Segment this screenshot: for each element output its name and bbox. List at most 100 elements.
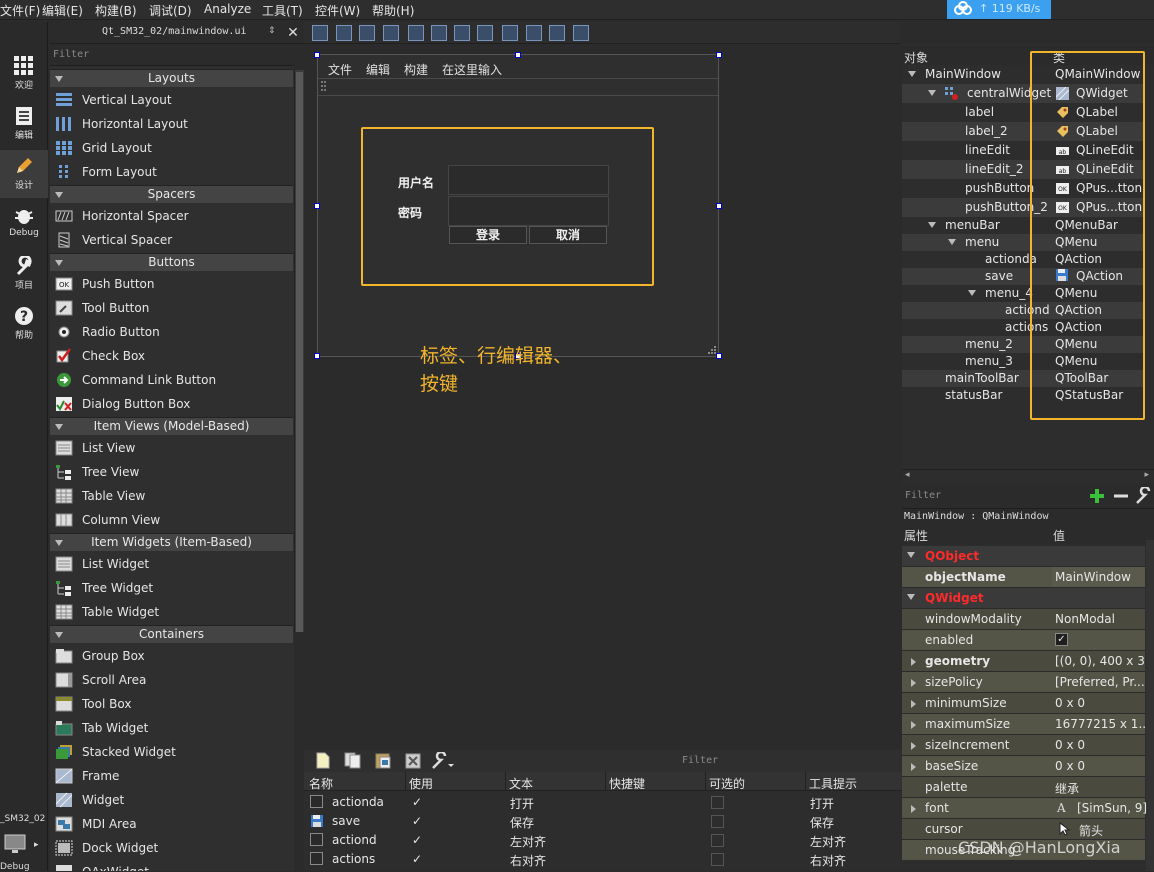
form-menu-build[interactable]: 构建 xyxy=(404,61,428,78)
widget-item[interactable]: Column View xyxy=(50,508,293,532)
menu-analyze[interactable]: Analyze xyxy=(204,2,251,16)
col-header-used[interactable]: 使用 xyxy=(409,775,433,792)
property-value[interactable]: 0 x 0 xyxy=(1055,738,1085,752)
selection-handle[interactable] xyxy=(314,52,320,58)
expand-arrow-icon[interactable] xyxy=(928,222,936,228)
property-value[interactable]: [(0, 0), 400 x 3... xyxy=(1055,654,1154,668)
widget-item[interactable]: Tool Box xyxy=(50,692,293,716)
widget-item[interactable]: Tab Widget xyxy=(50,716,293,740)
scroll-right-icon[interactable]: ▸ xyxy=(1144,470,1149,480)
selection-handle[interactable] xyxy=(314,353,320,359)
property-value[interactable]: 0 x 0 xyxy=(1055,759,1085,773)
enabled-checkbox[interactable]: ✓ xyxy=(1055,633,1068,646)
expand-arrow-icon[interactable] xyxy=(911,721,916,729)
widget-item[interactable]: Stacked Widget xyxy=(50,740,293,764)
col-header-tooltip[interactable]: 工具提示 xyxy=(809,775,857,792)
widget-item[interactable]: MDI Area xyxy=(50,812,293,836)
break-layout-icon[interactable] xyxy=(549,25,565,41)
mode-welcome[interactable]: 欢迎 xyxy=(0,50,48,98)
remove-property-icon[interactable] xyxy=(1113,488,1129,504)
widget-item[interactable]: Table Widget xyxy=(50,600,293,624)
selection-handle[interactable] xyxy=(716,52,722,58)
checkable-checkbox[interactable] xyxy=(711,796,724,809)
layout-vertical-icon[interactable] xyxy=(431,25,447,41)
widget-item[interactable]: OK Push Button xyxy=(50,272,293,296)
close-file-button[interactable]: ✕ xyxy=(284,24,302,42)
open-file-selector[interactable]: Qt_SM32_02/mainwindow.ui ⇕ xyxy=(50,22,304,44)
selection-handle[interactable] xyxy=(716,353,722,359)
widget-item[interactable]: Dialog Button Box xyxy=(50,392,293,416)
mode-edit[interactable]: 编辑 xyxy=(0,100,48,148)
property-row[interactable]: palette 继承 xyxy=(902,777,1145,798)
mode-help[interactable]: ? 帮助 xyxy=(0,300,48,348)
expand-arrow-icon[interactable] xyxy=(968,290,976,296)
adjust-size-icon[interactable] xyxy=(573,25,589,41)
kit-selector[interactable]: _SM32_02 ▸ Debug xyxy=(0,810,48,872)
widget-item[interactable]: Frame xyxy=(50,764,293,788)
add-property-icon[interactable] xyxy=(1089,488,1105,504)
used-check[interactable]: ✓ xyxy=(412,795,422,809)
edit-widgets-icon[interactable] xyxy=(312,25,328,41)
layout-grid-icon[interactable] xyxy=(526,25,542,41)
updown-icon[interactable]: ⇕ xyxy=(268,26,276,36)
configure-wrench-icon[interactable] xyxy=(431,752,455,770)
used-check[interactable]: ✓ xyxy=(412,814,422,828)
split-vertical-icon[interactable] xyxy=(477,25,493,41)
scrollbar-thumb[interactable] xyxy=(296,72,303,632)
widget-item[interactable]: Check Box xyxy=(50,344,293,368)
property-value[interactable]: NonModal xyxy=(1055,612,1115,626)
property-row[interactable]: cursor 箭头 xyxy=(902,819,1145,840)
paste-action-icon[interactable] xyxy=(374,752,392,769)
action-filter-input[interactable]: Filter xyxy=(678,753,902,771)
widget-item[interactable]: Horizontal Layout xyxy=(50,112,293,136)
category-item-views[interactable]: Item Views (Model-Based) xyxy=(50,417,293,435)
expand-arrow-icon[interactable] xyxy=(908,71,916,77)
category-buttons[interactable]: Buttons xyxy=(50,253,293,271)
expand-arrow-icon[interactable] xyxy=(907,594,915,600)
property-class-row[interactable]: QWidget xyxy=(902,588,1145,609)
table-row[interactable]: actions ✓ 右对齐 右对齐 xyxy=(304,850,902,869)
category-item-widgets[interactable]: Item Widgets (Item-Based) xyxy=(50,533,293,551)
expand-arrow-icon[interactable] xyxy=(911,742,916,750)
widget-item[interactable]: Horizontal Spacer xyxy=(50,204,293,228)
property-value[interactable]: [SimSun, 9] xyxy=(1077,801,1147,815)
property-value[interactable]: [Preferred, Pr... xyxy=(1055,675,1145,689)
table-row[interactable]: actiond ✓ 左对齐 左对齐 xyxy=(304,831,902,850)
widget-item[interactable]: Scroll Area xyxy=(50,668,293,692)
col-header-value[interactable]: 值 xyxy=(1053,527,1065,544)
resize-grip-icon[interactable] xyxy=(706,344,716,354)
widget-item[interactable]: Tree Widget xyxy=(50,576,293,600)
form-menu-edit[interactable]: 编辑 xyxy=(366,61,390,78)
copy-action-icon[interactable] xyxy=(344,752,362,769)
expand-arrow-icon[interactable] xyxy=(911,679,916,687)
property-value[interactable]: 16777215 x 1... xyxy=(1055,717,1150,731)
used-check[interactable]: ✓ xyxy=(412,852,422,866)
widget-box-scrollbar[interactable] xyxy=(294,70,304,632)
col-header-property[interactable]: 属性 xyxy=(904,527,928,544)
col-header-shortcut[interactable]: 快捷键 xyxy=(609,775,645,792)
property-class-row[interactable]: QObject xyxy=(902,546,1145,567)
form-menu-type-here[interactable]: 在这里输入 xyxy=(442,61,502,78)
widget-item[interactable]: Grid Layout xyxy=(50,136,293,160)
edit-signals-icon[interactable] xyxy=(336,25,352,41)
menu-edit[interactable]: 编辑(E) xyxy=(42,2,83,19)
layout-form-icon[interactable] xyxy=(502,25,518,41)
col-header-name[interactable]: 名称 xyxy=(309,775,333,792)
widget-item[interactable]: Radio Button xyxy=(50,320,293,344)
col-header-object[interactable]: 对象 xyxy=(904,49,928,66)
widget-item[interactable]: Tree View xyxy=(50,460,293,484)
table-row[interactable]: save ✓ 保存 保存 xyxy=(304,812,902,831)
edit-buddies-icon[interactable] xyxy=(359,25,375,41)
widget-item[interactable]: Dock Widget xyxy=(50,836,293,860)
mode-design[interactable]: 设计 xyxy=(0,150,48,198)
mode-projects[interactable]: 项目 xyxy=(0,250,48,298)
col-header-checkable[interactable]: 可选的 xyxy=(709,775,745,792)
expand-arrow-icon[interactable] xyxy=(928,90,936,96)
widget-item[interactable]: Vertical Layout xyxy=(50,88,293,112)
property-row[interactable]: maximumSize 16777215 x 1... xyxy=(902,714,1150,735)
category-containers[interactable]: Containers xyxy=(50,625,293,643)
property-row[interactable]: sizeIncrement 0 x 0 xyxy=(902,735,1145,756)
scroll-left-icon[interactable]: ◂ xyxy=(905,470,910,480)
checkable-checkbox[interactable] xyxy=(711,815,724,828)
table-row[interactable]: actionda ✓ 打开 打开 xyxy=(304,793,902,812)
